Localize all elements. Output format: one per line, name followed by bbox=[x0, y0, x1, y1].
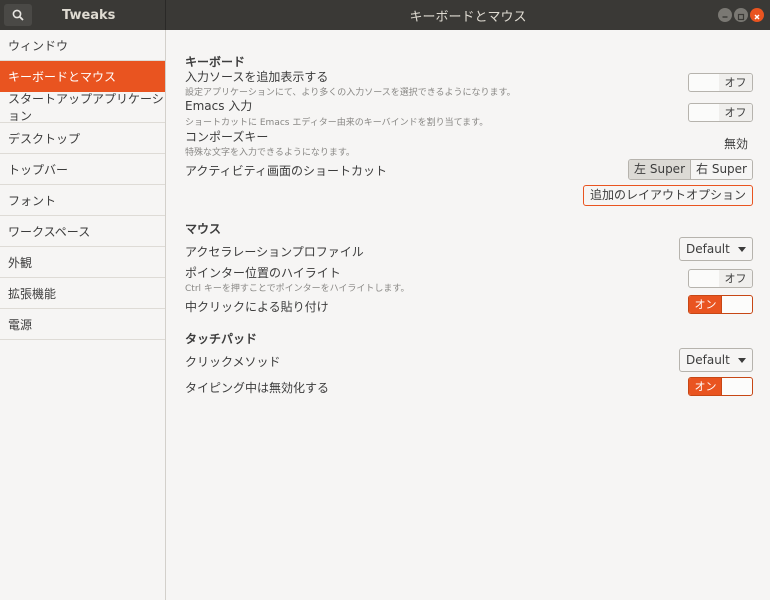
disable-while-typing-switch[interactable]: オン bbox=[688, 377, 753, 396]
input-sources-switch[interactable]: オフ bbox=[688, 73, 753, 92]
minimize-button[interactable] bbox=[718, 8, 732, 22]
sidebar-item-windows[interactable]: ウィンドウ bbox=[0, 30, 165, 61]
pointer-highlight-switch[interactable]: オフ bbox=[688, 269, 753, 288]
window-controls bbox=[718, 8, 764, 22]
settings-panel: キーボード 入力ソースを追加表示する 設定アプリケーションにて、より多くの入力ソ… bbox=[167, 30, 770, 600]
sidebar-item-workspaces[interactable]: ワークスペース bbox=[0, 216, 165, 247]
pointer-highlight-description: Ctrl キーを押すことでポインターをハイライトします。 bbox=[185, 284, 410, 294]
maximize-icon bbox=[737, 6, 745, 25]
switch-state: オフ bbox=[719, 270, 752, 287]
switch-knob bbox=[689, 104, 720, 121]
left-super-option[interactable]: 左 Super bbox=[629, 160, 691, 179]
maximize-button[interactable] bbox=[734, 8, 748, 22]
additional-layout-options-button[interactable]: 追加のレイアウトオプション bbox=[582, 185, 753, 206]
emacs-input-description: ショートカットに Emacs エディター由来のキーバインドを割り当てます。 bbox=[185, 118, 489, 128]
chevron-down-icon bbox=[738, 358, 746, 363]
click-method-label: クリックメソッド bbox=[185, 355, 281, 369]
dropdown-value: Default bbox=[686, 353, 730, 367]
sidebar-item-label: キーボードとマウス bbox=[8, 69, 117, 84]
switch-knob bbox=[689, 270, 720, 287]
sidebar-item-label: デスクトップ bbox=[8, 131, 81, 146]
close-button[interactable] bbox=[750, 8, 764, 22]
sidebar-item-fonts[interactable]: フォント bbox=[0, 185, 165, 216]
sidebar-item-label: ウィンドウ bbox=[8, 38, 69, 53]
disable-while-typing-label: タイピング中は無効化する bbox=[185, 381, 330, 395]
emacs-input-label: Emacs 入力 bbox=[185, 99, 253, 113]
compose-key-description: 特殊な文字を入力できるようになります。 bbox=[185, 148, 355, 158]
sidebar-item-label: フォント bbox=[8, 193, 57, 208]
search-icon bbox=[12, 6, 24, 25]
click-method-dropdown[interactable]: Default bbox=[679, 348, 753, 372]
switch-state: オン bbox=[689, 296, 722, 313]
window-title: キーボードとマウス bbox=[409, 9, 527, 25]
touchpad-heading: タッチパッド bbox=[185, 332, 258, 346]
middle-click-paste-switch[interactable]: オン bbox=[688, 295, 753, 314]
emacs-input-switch[interactable]: オフ bbox=[688, 103, 753, 122]
overview-shortcut-selector: 左 Super 右 Super bbox=[628, 159, 753, 180]
compose-key-value[interactable]: 無効 bbox=[724, 135, 748, 152]
sidebar: ウィンドウ キーボードとマウス スタートアップアプリケーション デスクトップ ト… bbox=[0, 30, 166, 600]
switch-state: オフ bbox=[719, 74, 752, 91]
mouse-heading: マウス bbox=[185, 222, 222, 236]
sidebar-item-extensions[interactable]: 拡張機能 bbox=[0, 278, 165, 309]
sidebar-item-top-bar[interactable]: トップバー bbox=[0, 154, 165, 185]
sidebar-item-power[interactable]: 電源 bbox=[0, 309, 165, 340]
switch-knob bbox=[721, 378, 752, 395]
input-sources-label: 入力ソースを追加表示する bbox=[185, 70, 329, 84]
sidebar-item-keyboard-mouse[interactable]: キーボードとマウス bbox=[0, 61, 165, 92]
switch-state: オン bbox=[689, 378, 722, 395]
chevron-down-icon bbox=[738, 247, 746, 252]
sidebar-item-label: トップバー bbox=[8, 162, 69, 177]
sidebar-item-label: 電源 bbox=[8, 317, 33, 332]
switch-state: オフ bbox=[719, 104, 752, 121]
sidebar-item-label: 拡張機能 bbox=[8, 286, 57, 301]
app-title: Tweaks bbox=[62, 7, 116, 23]
acceleration-profile-label: アクセラレーションプロファイル bbox=[185, 245, 364, 259]
compose-key-label: コンポーズキー bbox=[185, 130, 269, 144]
sidebar-item-desktop[interactable]: デスクトップ bbox=[0, 123, 165, 154]
right-super-option[interactable]: 右 Super bbox=[690, 160, 752, 179]
overview-shortcut-label: アクティビティ画面のショートカット bbox=[185, 164, 387, 178]
sidebar-item-label: ワークスペース bbox=[8, 224, 91, 239]
switch-knob bbox=[721, 296, 752, 313]
acceleration-profile-dropdown[interactable]: Default bbox=[679, 237, 753, 261]
switch-knob bbox=[689, 74, 720, 91]
search-button[interactable] bbox=[4, 4, 32, 26]
dropdown-value: Default bbox=[686, 242, 730, 256]
sidebar-item-label: 外観 bbox=[8, 255, 33, 270]
sidebar-item-startup-apps[interactable]: スタートアップアプリケーション bbox=[0, 92, 165, 123]
title-bar: Tweaks キーボードとマウス bbox=[0, 0, 770, 30]
sidebar-item-label: スタートアップアプリケーション bbox=[8, 92, 164, 123]
close-icon bbox=[753, 6, 761, 25]
minimize-icon bbox=[721, 6, 729, 25]
header-left: Tweaks bbox=[0, 0, 166, 30]
pointer-highlight-label: ポインター位置のハイライト bbox=[185, 266, 341, 280]
sidebar-item-appearance[interactable]: 外観 bbox=[0, 247, 165, 278]
middle-click-paste-label: 中クリックによる貼り付け bbox=[185, 300, 329, 314]
